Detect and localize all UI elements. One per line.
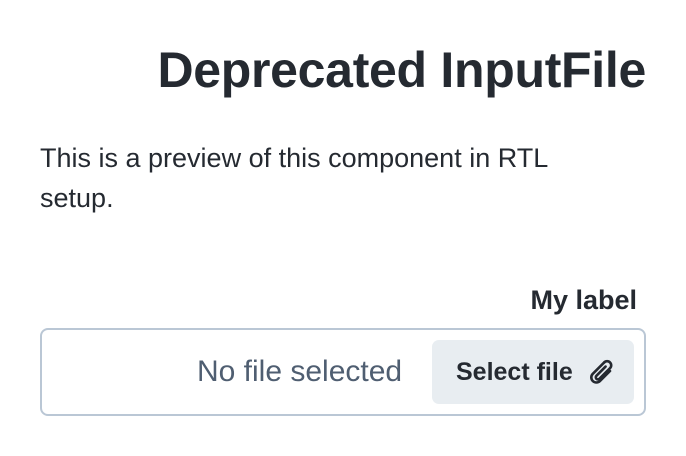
input-file-field[interactable]: No file selected Select file	[40, 328, 646, 416]
file-status-text: No file selected	[197, 355, 403, 388]
select-file-button-label: Select file	[456, 358, 573, 386]
attachment-icon	[584, 356, 616, 388]
intro-line-2: .setup	[40, 183, 114, 213]
component-preview: Deprecated InputFile This is a preview o…	[40, 0, 646, 456]
intro-line-1: This is a preview of this component in R…	[40, 143, 549, 173]
intro-text: This is a preview of this component in R…	[40, 138, 646, 218]
input-file-label: My label	[530, 285, 637, 315]
select-file-button[interactable]: Select file	[432, 340, 634, 404]
page-title: Deprecated InputFile	[157, 42, 646, 98]
